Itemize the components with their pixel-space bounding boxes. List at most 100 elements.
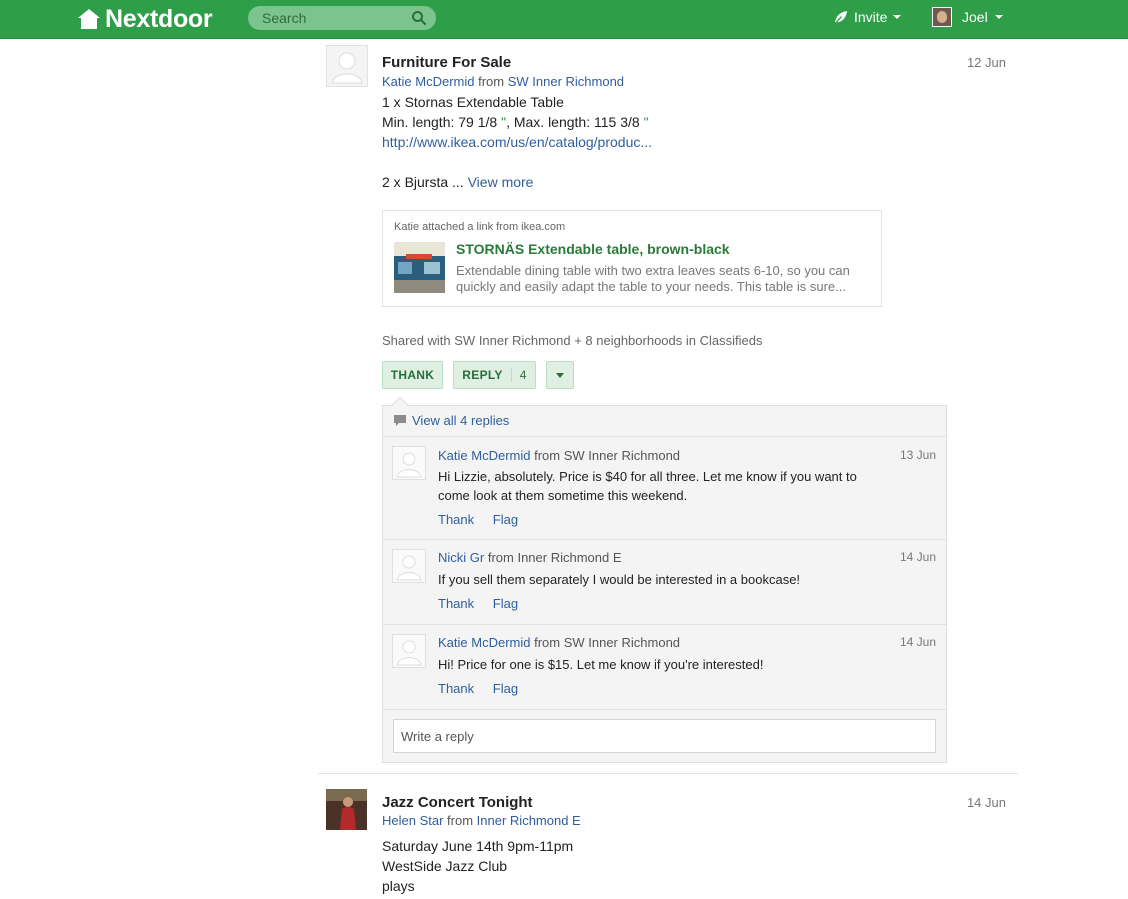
view-all-replies-link[interactable]: View all 4 replies [412,413,509,428]
body-text: 2 x Bjursta ... [382,174,464,190]
body-quote: " [643,114,649,130]
reply-actions: Thank Flag [438,512,533,527]
body-text: Min. length: 79 1/8 [382,114,498,130]
house-icon [78,9,100,29]
panel-notch [391,396,409,414]
reply-count: 4 [510,368,527,382]
body-text: , Max. length: 115 3/8 [506,114,640,130]
user-avatar [932,7,952,27]
reply-avatar[interactable] [392,446,426,480]
search-input[interactable] [248,6,408,30]
body-link[interactable]: http://www.ikea.com/us/en/catalog/produc… [382,134,652,150]
post-date: 12 Jun [966,55,1006,70]
author-link[interactable]: Helen Star [382,813,443,828]
chevron-down-icon [556,372,564,378]
more-actions-dropdown[interactable] [546,361,574,389]
from-text: from [447,813,474,828]
default-avatar-icon [396,555,422,581]
post-date: 14 Jun [966,795,1006,810]
reply-meta: Katie McDermid from SW Inner Richmond [438,448,680,463]
body-line: Saturday June 14th 9pm-11pm [382,838,574,854]
thank-link[interactable]: Thank [438,512,474,527]
thank-link[interactable]: Thank [438,596,474,611]
post-author-avatar[interactable] [326,789,367,830]
reply-from: from SW Inner Richmond [534,448,681,463]
post-furniture-for-sale: Furniture For Sale Katie McDermid from S… [326,45,1016,765]
chevron-down-icon [893,15,902,19]
author-link[interactable]: Katie McDermid [382,74,474,89]
author-photo-icon [326,789,367,830]
body-line: plays [382,878,415,894]
default-avatar-icon [396,640,422,666]
body-line: 2 x Bjursta ... View more [382,172,652,192]
post-author-avatar[interactable] [326,45,368,87]
reply-from: from SW Inner Richmond [534,635,681,650]
store-image-icon [394,242,445,293]
reply-item: Nicki Gr from Inner Richmond E 14 Jun If… [383,539,946,624]
default-avatar-icon [396,452,422,478]
thank-link[interactable]: Thank [438,681,474,696]
from-text: from [478,74,505,89]
reply-date: 13 Jun [899,448,936,462]
reply-divider [383,709,946,710]
reply-meta: Nicki Gr from Inner Richmond E [438,550,622,565]
post-title[interactable]: Jazz Concert Tonight [382,794,533,811]
reply-avatar[interactable] [392,634,426,668]
invite-menu[interactable]: Invite [833,9,902,25]
reply-label: REPLY [462,368,503,382]
replies-panel: View all 4 replies Katie McDermid from S… [382,396,947,763]
search-icon[interactable] [411,10,427,26]
body-line: 1 x Stornas Extendable Table [382,94,564,110]
user-menu[interactable]: Joel [932,7,1003,27]
reply-author-link[interactable]: Nicki Gr [438,550,484,565]
view-more-link[interactable]: View more [468,174,534,190]
neighborhood-link[interactable]: Inner Richmond E [477,813,581,828]
reply-meta: Katie McDermid from SW Inner Richmond [438,635,680,650]
post-body: 1 x Stornas Extendable Table Min. length… [382,92,652,192]
link-preview-card[interactable]: Katie attached a link from ikea.com STOR… [382,210,882,307]
reply-actions: Thank Flag [438,596,533,611]
link-description: Extendable dining table with two extra l… [456,263,850,294]
post-divider [318,773,1018,774]
neighborhood-link[interactable]: SW Inner Richmond [508,74,624,89]
view-all-replies[interactable]: View all 4 replies [393,413,509,428]
post-title[interactable]: Furniture For Sale [382,54,511,71]
shared-with-text: Shared with SW Inner Richmond + 8 neighb… [382,333,763,348]
thank-button[interactable]: THANK [382,361,443,389]
logo-text: Nextdoor [105,4,213,33]
leaf-icon [834,10,848,24]
chevron-down-icon [994,15,1003,19]
body-line: Min. length: 79 1/8 ", Max. length: 115 … [382,112,652,132]
reply-actions: Thank Flag [438,681,533,696]
reply-text: Hi! Price for one is $15. Let me know if… [438,657,764,672]
user-name: Joel [962,9,988,25]
post-author-line: Katie McDermid from SW Inner Richmond [382,74,624,89]
post-author-line: Helen Star from Inner Richmond E [382,813,581,828]
link-title[interactable]: STORNÄS Extendable table, brown-black [456,241,730,257]
reply-avatar[interactable] [392,549,426,583]
thank-label: THANK [390,368,435,382]
link-source: Katie attached a link from ikea.com [394,221,566,233]
invite-label: Invite [854,9,888,25]
flag-link[interactable]: Flag [493,512,518,527]
reply-date: 14 Jun [899,550,936,564]
reply-author-link[interactable]: Katie McDermid [438,635,530,650]
reply-button[interactable]: REPLY 4 [453,361,536,389]
flag-link[interactable]: Flag [493,596,518,611]
flag-link[interactable]: Flag [493,681,518,696]
reply-text: Hi Lizzie, absolutely. Price is $40 for … [438,469,857,503]
search-box[interactable] [248,6,436,30]
link-thumbnail[interactable] [394,242,445,293]
reply-date: 14 Jun [899,635,936,649]
reply-author-link[interactable]: Katie McDermid [438,448,530,463]
write-reply-input[interactable] [393,719,936,753]
default-avatar-icon [331,52,363,84]
post-jazz-concert: Jazz Concert Tonight Helen Star from Inn… [326,789,1016,899]
reply-text: If you sell them separately I would be i… [438,572,801,587]
post-body: Saturday June 14th 9pm-11pm WestSide Jaz… [382,836,573,896]
speech-bubble-icon [394,415,406,426]
body-line: WestSide Jazz Club [382,858,508,874]
nextdoor-logo[interactable]: Nextdoor [77,4,213,33]
top-nav-bar: Nextdoor Invite Joel [0,0,1128,39]
reply-item: Katie McDermid from SW Inner Richmond 14… [383,624,946,709]
